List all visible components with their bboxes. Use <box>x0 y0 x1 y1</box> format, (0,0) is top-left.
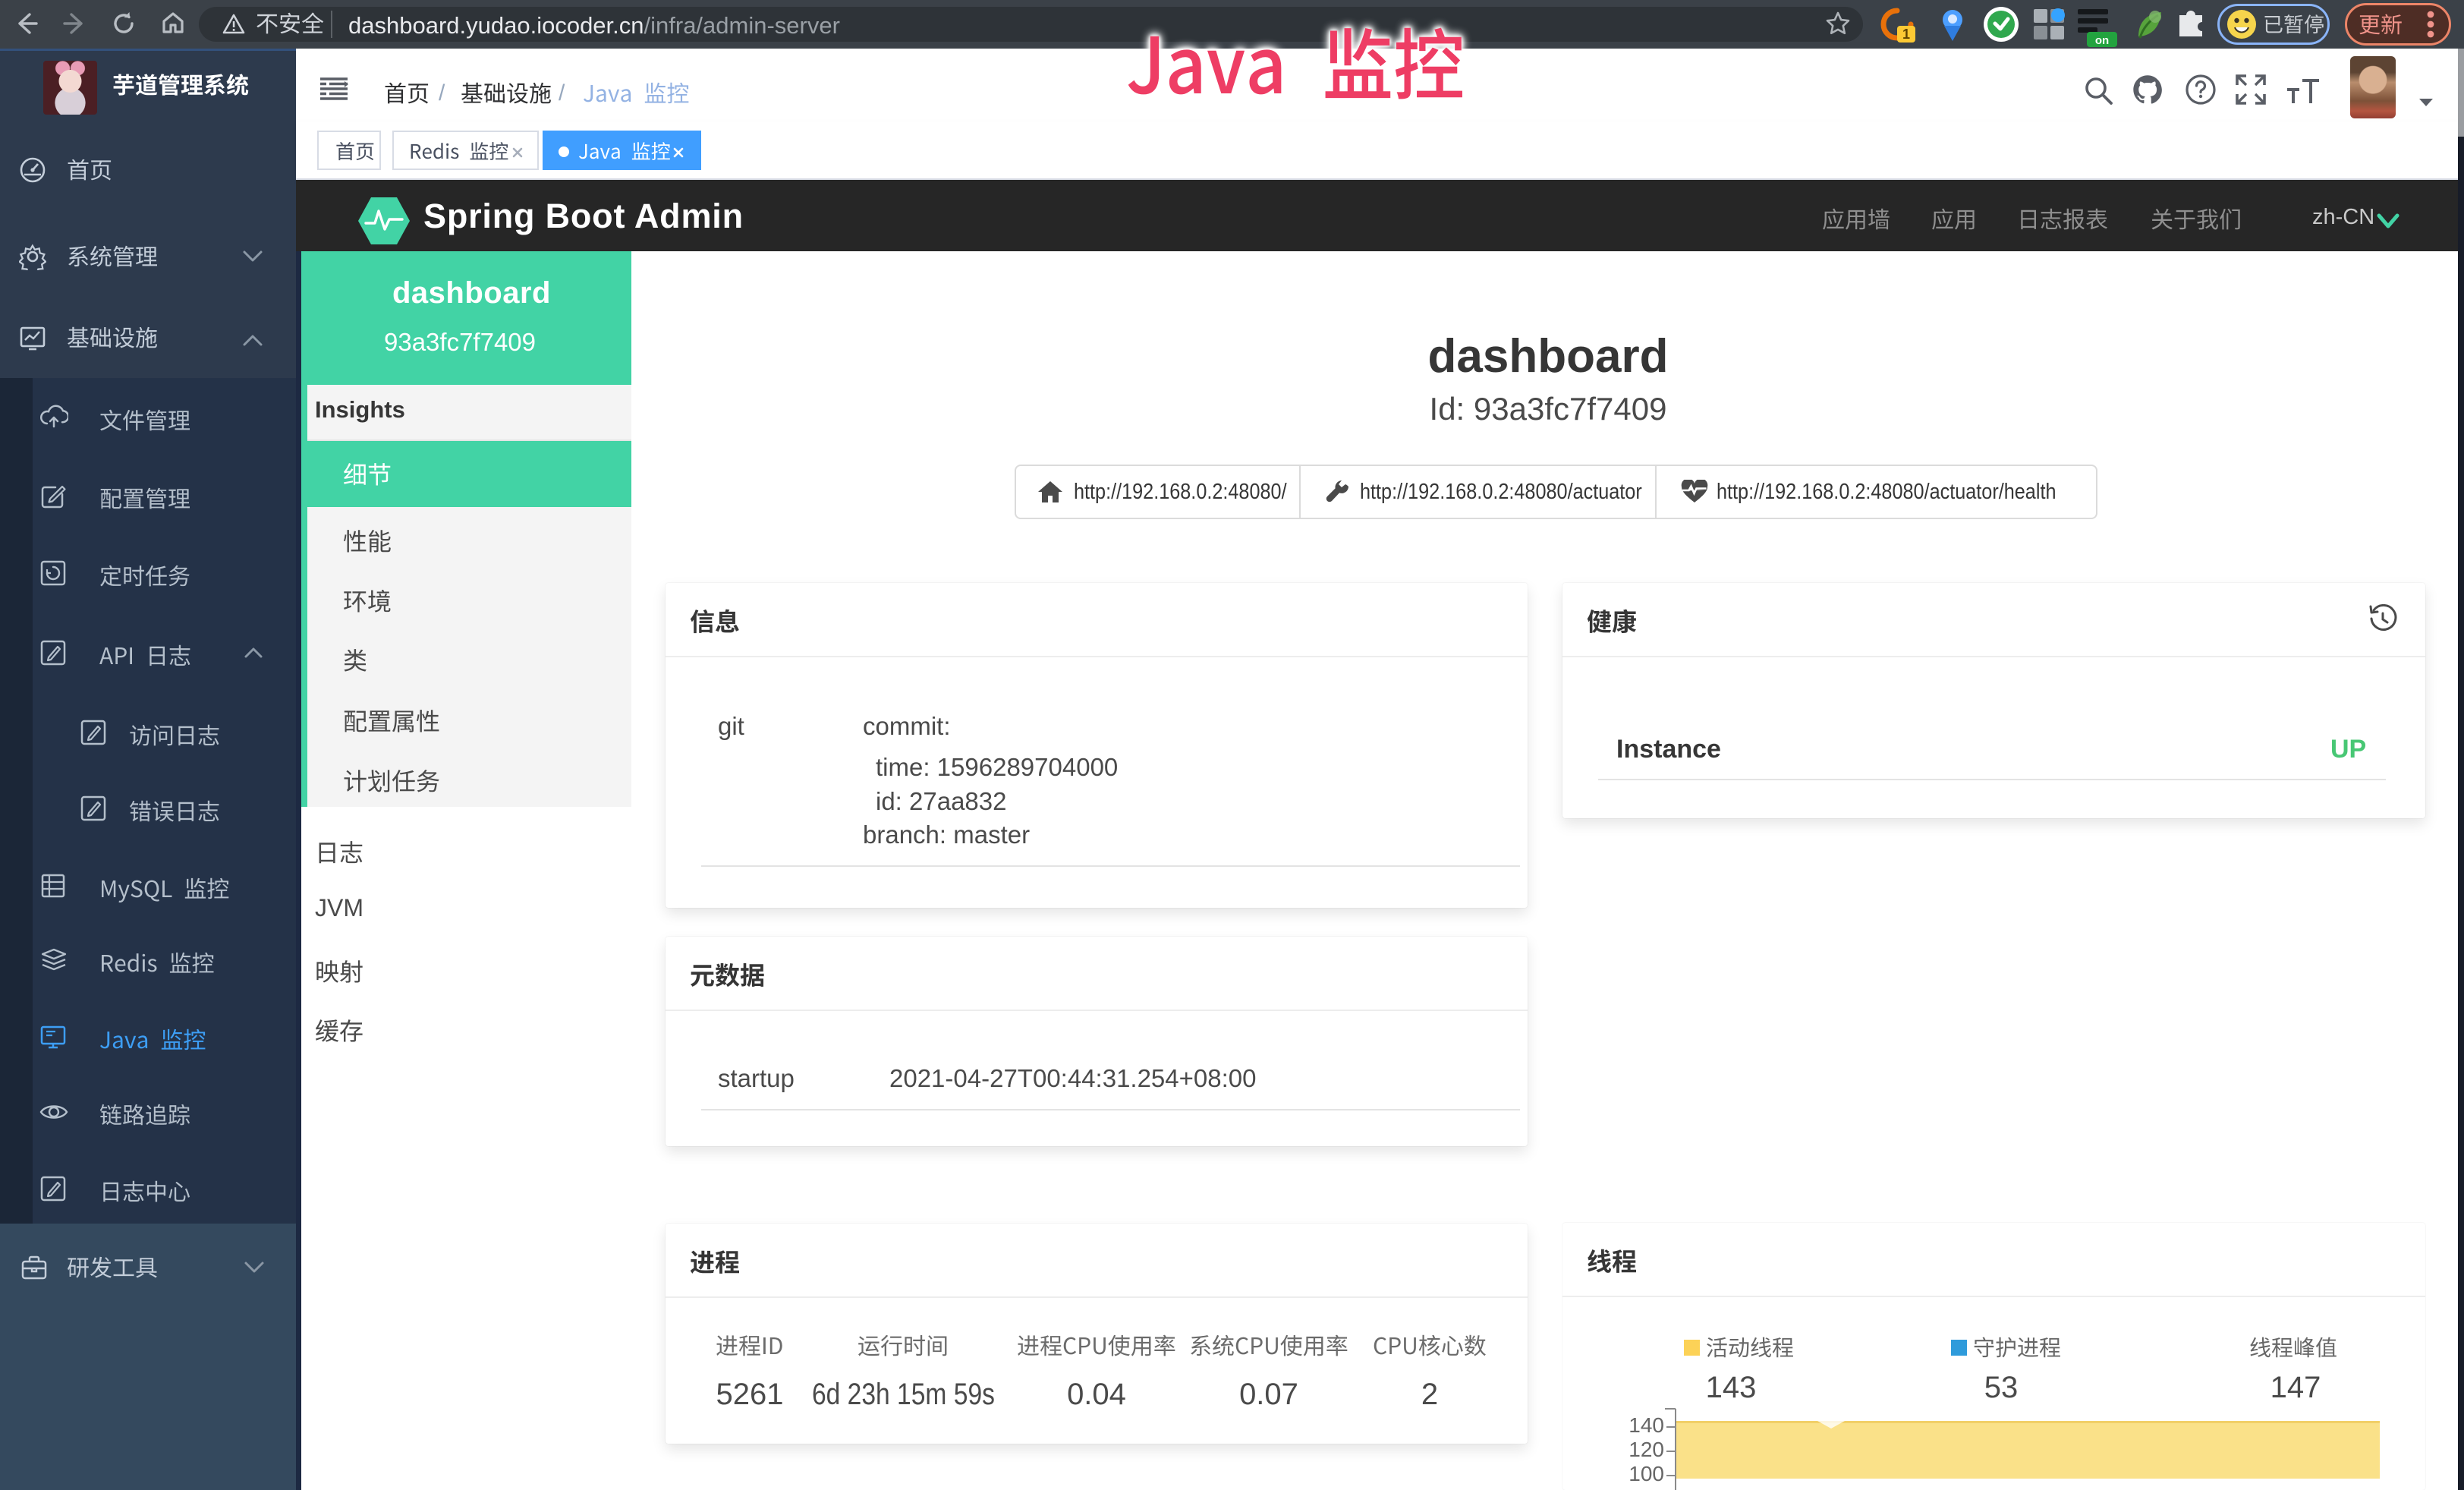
svg-text:1: 1 <box>1902 27 1910 42</box>
svg-text:on: on <box>2095 34 2109 47</box>
